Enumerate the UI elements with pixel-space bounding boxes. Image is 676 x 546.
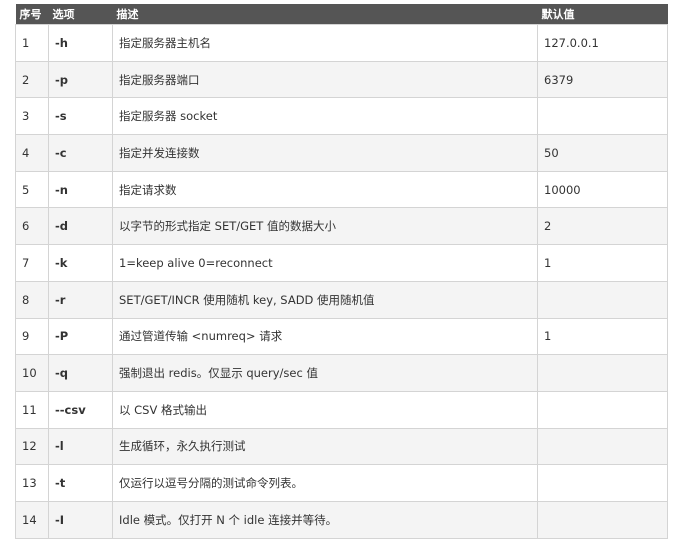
cell-default bbox=[537, 280, 668, 319]
cell-description: 指定服务器 socket bbox=[112, 97, 538, 136]
cell-description: 仅运行以逗号分隔的测试命令列表。 bbox=[112, 464, 538, 502]
cell-option: -n bbox=[48, 170, 113, 209]
table-row: 13 -t 仅运行以逗号分隔的测试命令列表。 bbox=[15, 464, 668, 502]
cell-default bbox=[537, 97, 668, 136]
cell-description: 1=keep alive 0=reconnect bbox=[112, 244, 538, 282]
table-row: 3 -s 指定服务器 socket bbox=[15, 97, 668, 136]
header-no: 序号 bbox=[15, 4, 49, 25]
cell-no: 2 bbox=[15, 60, 49, 99]
cell-no: 3 bbox=[15, 97, 49, 136]
cell-option: -d bbox=[48, 207, 113, 246]
cell-option: -k bbox=[48, 244, 113, 282]
cell-no: 12 bbox=[15, 427, 49, 466]
cell-description: 通过管道传输 <numreq> 请求 bbox=[112, 317, 538, 356]
cell-option: -h bbox=[48, 24, 113, 62]
table-row: 1 -h 指定服务器主机名 127.0.0.1 bbox=[15, 24, 668, 62]
header-option: 选项 bbox=[48, 4, 113, 25]
cell-no: 7 bbox=[15, 244, 49, 282]
table-row: 12 -l 生成循环，永久执行测试 bbox=[15, 427, 668, 466]
cell-description: Idle 模式。仅打开 N 个 idle 连接并等待。 bbox=[112, 500, 538, 539]
table-header: 序号 选项 描述 默认值 bbox=[15, 4, 668, 25]
table-row: 2 -p 指定服务器端口 6379 bbox=[15, 60, 668, 99]
cell-description: 以字节的形式指定 SET/GET 值的数据大小 bbox=[112, 207, 538, 246]
table-row: 11 --csv 以 CSV 格式输出 bbox=[15, 390, 668, 429]
cell-no: 6 bbox=[15, 207, 49, 246]
table-row: 9 -P 通过管道传输 <numreq> 请求 1 bbox=[15, 317, 668, 356]
cell-default: 2 bbox=[537, 207, 668, 246]
cell-no: 8 bbox=[15, 280, 49, 319]
table-row: 10 -q 强制退出 redis。仅显示 query/sec 值 bbox=[15, 354, 668, 392]
table-body: 1 -h 指定服务器主机名 127.0.0.1 2 -p 指定服务器端口 6379 3 -s 指定服… bbox=[15, 24, 668, 539]
cell-default bbox=[537, 390, 668, 429]
table-row: 14 -I Idle 模式。仅打开 N 个 idle 连接并等待。 bbox=[15, 500, 668, 539]
cell-description: 指定服务器主机名 bbox=[112, 24, 538, 62]
redis-benchmark-options: 序号 选项 描述 默认值 1 -h 指定服务器主机名 127.0.0.1 2 -p 指定服务… bbox=[15, 4, 668, 539]
cell-option: -r bbox=[48, 280, 113, 319]
cell-no: 11 bbox=[15, 390, 49, 429]
header-description: 描述 bbox=[112, 4, 538, 25]
cell-description: 生成循环，永久执行测试 bbox=[112, 427, 538, 466]
cell-default: 6379 bbox=[537, 60, 668, 99]
cell-default bbox=[537, 427, 668, 466]
cell-description: 强制退出 redis。仅显示 query/sec 值 bbox=[112, 354, 538, 392]
cell-description: SET/GET/INCR 使用随机 key, SADD 使用随机值 bbox=[112, 280, 538, 319]
cell-default: 10000 bbox=[537, 170, 668, 209]
cell-no: 5 bbox=[15, 170, 49, 209]
cell-option: --csv bbox=[48, 390, 113, 429]
cell-description: 指定服务器端口 bbox=[112, 60, 538, 99]
cell-option: -t bbox=[48, 464, 113, 502]
cell-default bbox=[537, 500, 668, 539]
table-row: 6 -d 以字节的形式指定 SET/GET 值的数据大小 2 bbox=[15, 207, 668, 246]
header-default: 默认值 bbox=[537, 4, 668, 25]
header-row: 序号 选项 描述 默认值 bbox=[15, 4, 668, 25]
cell-no: 10 bbox=[15, 354, 49, 392]
cell-description: 指定请求数 bbox=[112, 170, 538, 209]
cell-default: 1 bbox=[537, 244, 668, 282]
table-row: 7 -k 1=keep alive 0=reconnect 1 bbox=[15, 244, 668, 282]
cell-option: -P bbox=[48, 317, 113, 356]
cell-default: 50 bbox=[537, 134, 668, 172]
table-row: 8 -r SET/GET/INCR 使用随机 key, SADD 使用随机值 bbox=[15, 280, 668, 319]
cell-option: -I bbox=[48, 500, 113, 539]
cell-option: -p bbox=[48, 60, 113, 99]
cell-no: 4 bbox=[15, 134, 49, 172]
cell-option: -c bbox=[48, 134, 113, 172]
cell-option: -q bbox=[48, 354, 113, 392]
options-table: 序号 选项 描述 默认值 1 -h 指定服务器主机名 127.0.0.1 2 -p 指定服务… bbox=[15, 4, 668, 539]
cell-no: 14 bbox=[15, 500, 49, 539]
cell-option: -l bbox=[48, 427, 113, 466]
cell-default: 127.0.0.1 bbox=[537, 24, 668, 62]
cell-default bbox=[537, 464, 668, 502]
cell-default bbox=[537, 354, 668, 392]
cell-no: 1 bbox=[15, 24, 49, 62]
cell-no: 9 bbox=[15, 317, 49, 356]
cell-default: 1 bbox=[537, 317, 668, 356]
table-row: 5 -n 指定请求数 10000 bbox=[15, 170, 668, 209]
cell-no: 13 bbox=[15, 464, 49, 502]
cell-option: -s bbox=[48, 97, 113, 136]
table-row: 4 -c 指定并发连接数 50 bbox=[15, 134, 668, 172]
cell-description: 指定并发连接数 bbox=[112, 134, 538, 172]
cell-description: 以 CSV 格式输出 bbox=[112, 390, 538, 429]
